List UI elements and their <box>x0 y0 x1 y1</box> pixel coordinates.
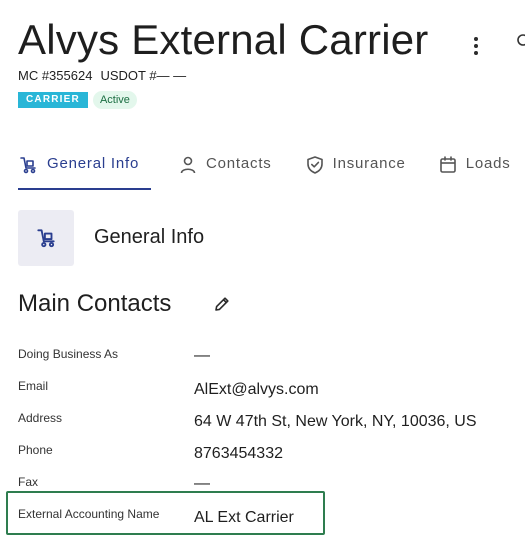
more-vert-icon <box>474 37 478 41</box>
section-title: General Info <box>94 226 205 248</box>
status-badge: Active <box>92 91 137 109</box>
more-options-button[interactable] <box>466 34 486 58</box>
field-label-dba: Doing Business As <box>18 347 119 361</box>
carrier-type-badge: CARRIER <box>18 92 88 108</box>
person-icon <box>180 156 196 174</box>
usdot-number: USDOT #— — <box>100 68 187 83</box>
tab-label: General Info <box>47 155 140 172</box>
field-label-phone: Phone <box>18 443 53 457</box>
carrier-ids: MC #355624 USDOT #— — <box>18 68 186 83</box>
tab-contacts[interactable]: Contacts <box>179 150 272 190</box>
badges: CARRIER Active <box>18 91 137 109</box>
field-value-dba: — <box>194 347 210 364</box>
tab-bar: General Info Contacts Insurance Loads <box>18 150 525 190</box>
tab-label: Loads <box>465 155 511 172</box>
main-contacts-heading: Main Contacts <box>18 290 172 317</box>
field-label-fax: Fax <box>18 475 39 489</box>
truck-icon <box>20 157 36 174</box>
mc-number: MC #355624 <box>18 68 93 83</box>
shield-check-icon <box>306 156 323 174</box>
search-icon[interactable] <box>512 30 525 56</box>
calendar-icon <box>439 156 456 173</box>
page-title: Alvys External Carrier <box>18 16 429 63</box>
truck-icon <box>37 229 55 248</box>
tab-loads[interactable]: Loads <box>439 150 511 190</box>
tab-general-info[interactable]: General Info <box>18 150 151 190</box>
section-icon-box <box>18 210 74 266</box>
field-label-email: Email <box>18 379 49 393</box>
highlight-box <box>6 491 325 535</box>
field-value-address: 64 W 47th St, New York, NY, 10036, US <box>194 413 477 430</box>
pencil-icon[interactable] <box>212 294 232 314</box>
field-value-phone: 8763454332 <box>194 445 283 462</box>
tab-label: Insurance <box>332 155 406 172</box>
tab-label: Contacts <box>206 155 272 172</box>
field-label-address: Address <box>18 411 63 425</box>
field-value-email: AlExt@alvys.com <box>194 381 319 398</box>
tab-insurance[interactable]: Insurance <box>306 150 406 190</box>
